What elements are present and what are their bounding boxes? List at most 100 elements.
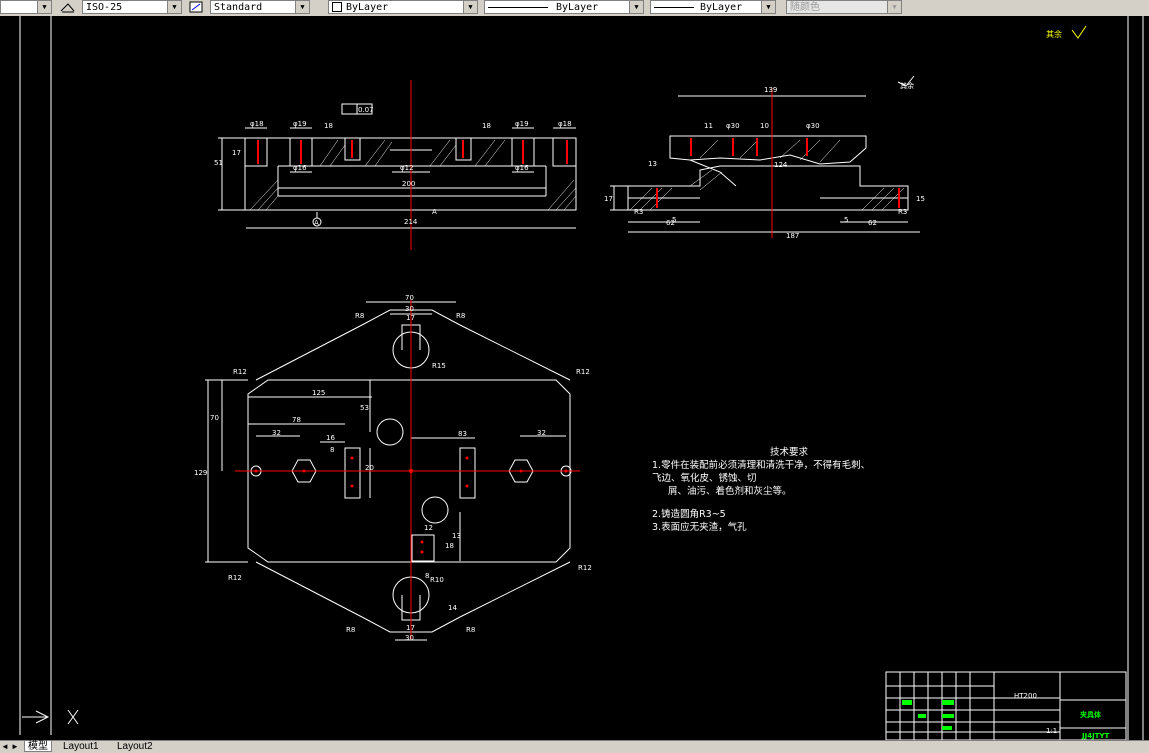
- tech-line-5: 3.表面应无夹渣，气孔: [652, 522, 747, 533]
- dim-18-right: 18: [482, 122, 491, 130]
- dim-12: 12: [424, 524, 433, 532]
- properties-toolbar: ▼ ISO-25 ▼ Standard ▼ ByLayer ▼ ByLayer ▼ By…: [0, 0, 1149, 17]
- lineweight-value: ByLayer: [700, 2, 743, 13]
- title-block: [885, 671, 1127, 741]
- dim-214: 214: [404, 218, 418, 226]
- dim-17-top: 17: [406, 314, 415, 322]
- dim-8-bottom: 8: [425, 572, 429, 580]
- dim-r3-left: R3: [634, 208, 643, 216]
- dim-phi30-right: φ30: [806, 122, 820, 130]
- tech-title: 技术要求: [770, 447, 809, 458]
- dim-17-side: 17: [604, 195, 613, 203]
- tech-line-1: 1.零件在装配前必须清理和清洗干净，不得有毛刺、: [652, 460, 871, 471]
- cad-drawing: 200 214 φ12 φ16 φ16 φ19 φ19 φ18 φ18 51 1…: [19, 16, 1144, 741]
- dimension-style-icon: [60, 3, 75, 13]
- dim-13-plan: 13: [452, 532, 461, 540]
- dim-18-left: 18: [324, 122, 333, 130]
- linetype-sample: [488, 6, 548, 8]
- dim-phi18-left: φ18: [250, 120, 264, 128]
- dim-10: 10: [760, 122, 769, 130]
- layer-color-value: ByLayer: [346, 2, 389, 13]
- dim-r12-tl: R12: [233, 368, 247, 376]
- dim-125: 125: [312, 389, 325, 397]
- tab-nav-right-icon[interactable]: ►: [10, 741, 20, 752]
- technical-requirements: 技术要求 1.零件在装配前必须清理和清洗干净，不得有毛刺、 飞边、氧化皮、锈蚀、…: [652, 446, 870, 534]
- linetype-combo[interactable]: ByLayer ▼: [484, 0, 644, 14]
- dim-phi19-right: φ19: [515, 120, 529, 128]
- text-style-combo[interactable]: Standard ▼: [210, 0, 310, 14]
- tab-layout1[interactable]: Layout1: [60, 741, 102, 752]
- combo-arrow: ▼: [167, 1, 181, 13]
- text-style-icon: [189, 1, 203, 13]
- roughness-note: 其余: [1046, 25, 1087, 39]
- dim-17-bottom: 17: [406, 624, 415, 632]
- plan-dimensions: 70 30 17 125 78 32 16 8 83 32 53 70 129 …: [194, 294, 592, 642]
- roughness-note-side: 其余: [900, 81, 914, 90]
- dim-r8-tl: R8: [355, 312, 364, 320]
- dim-30-bottom: 30: [405, 634, 414, 642]
- dim-53: 53: [360, 404, 369, 412]
- text-style-value: Standard: [214, 2, 263, 13]
- combo-arrow: ▼: [629, 1, 643, 13]
- roughness-symbol-icon: [1071, 25, 1087, 39]
- combo-arrow: ▼: [37, 1, 51, 13]
- lineweight-sample: [654, 6, 694, 8]
- dim-r12-tr: R12: [576, 368, 590, 376]
- drawing-canvas[interactable]: 200 214 φ12 φ16 φ16 φ19 φ19 φ18 φ18 51 1…: [0, 16, 1149, 741]
- title-block-text: HT200 夹具体 JJ4JTYT 1:1: [1014, 692, 1110, 740]
- layout-tabs-bar: ◄ ► 模型 Layout1 Layout2: [0, 740, 1149, 753]
- tech-line-2: 飞边、氧化皮、锈蚀、切: [652, 473, 757, 484]
- tab-layout2[interactable]: Layout2: [114, 741, 156, 752]
- dim-200: 200: [402, 180, 415, 188]
- dim-15-side: 15: [916, 195, 925, 203]
- layer-color-combo[interactable]: ByLayer ▼: [328, 0, 478, 14]
- dim-78: 78: [292, 416, 301, 424]
- dim-13: 13: [648, 160, 657, 168]
- dim-18-plan: 18: [445, 542, 454, 550]
- dim-16: 16: [326, 434, 335, 442]
- combo-arrow: ▼: [887, 1, 901, 13]
- lineweight-combo[interactable]: ByLayer ▼: [650, 0, 776, 14]
- dim-83: 83: [458, 430, 467, 438]
- dim-phi19-left: φ19: [293, 120, 307, 128]
- dim-30-top: 30: [405, 305, 414, 313]
- scale-text: 1:1: [1046, 727, 1057, 735]
- plot-style-combo-left[interactable]: ▼: [0, 0, 52, 14]
- tolerance-0-07: 0.07: [358, 106, 374, 114]
- dim-r12-br: R12: [578, 564, 592, 572]
- dim-phi12: φ12: [400, 164, 414, 172]
- dim-phi16-right: φ16: [515, 164, 529, 172]
- dim-14-bottom: 14: [448, 604, 457, 612]
- dim-129: 129: [194, 469, 207, 477]
- dim-r12-bl: R12: [228, 574, 242, 582]
- dim-187: 187: [786, 232, 799, 240]
- dim-phi30-left: φ30: [726, 122, 740, 130]
- dim-r8-bl: R8: [346, 626, 355, 634]
- dim-11: 11: [704, 122, 713, 130]
- drawing-number-text: JJ4JTYT: [1081, 732, 1110, 740]
- dim-51: 51: [214, 159, 223, 167]
- tab-model[interactable]: 模型: [24, 741, 52, 752]
- dim-r8-tr: R8: [456, 312, 465, 320]
- dim-8: 8: [330, 446, 334, 454]
- datum-a-symbol: A: [314, 219, 319, 227]
- dim-r3-right: R3: [898, 208, 907, 216]
- dim-70-left: 70: [210, 414, 219, 422]
- tab-nav-left-icon[interactable]: ◄: [0, 741, 10, 752]
- ucs-icon: [22, 709, 79, 725]
- dim-17: 17: [232, 149, 241, 157]
- side-dimensions: 139 187 124 φ30 φ30 62 62 17 15 13 5 5 1…: [604, 81, 925, 240]
- dim-32-left: 32: [272, 429, 281, 437]
- dim-32-right: 32: [537, 429, 546, 437]
- dim-139: 139: [764, 86, 777, 94]
- dim-phi16-left: φ16: [293, 164, 307, 172]
- dimension-style-value: ISO-25: [86, 2, 123, 13]
- plot-style-value: 随颜色: [790, 2, 820, 13]
- plan-centerlines: [235, 300, 580, 640]
- part-name-text: 夹具体: [1080, 710, 1102, 719]
- combo-arrow: ▼: [463, 1, 477, 13]
- tech-spacer: [652, 498, 870, 508]
- dimension-style-combo[interactable]: ISO-25 ▼: [82, 0, 182, 14]
- dim-5-left: 5: [672, 216, 676, 224]
- drawing-frame: [19, 16, 1144, 740]
